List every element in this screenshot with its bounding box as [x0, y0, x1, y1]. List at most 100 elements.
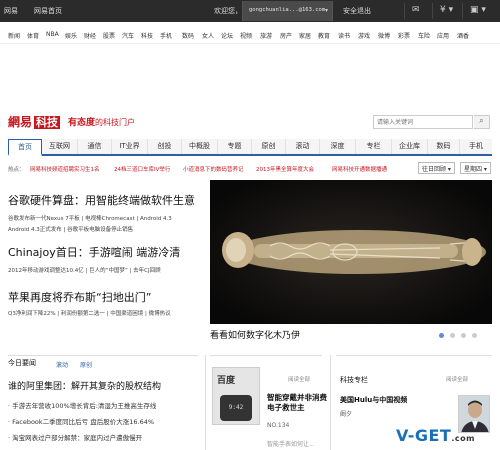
channel-link[interactable]: 汽车 — [122, 31, 134, 40]
channel-link[interactable]: 车险 — [418, 31, 430, 40]
tab-china-concept[interactable]: 中概股 — [182, 139, 218, 154]
tab-venture[interactable]: 创投 — [148, 139, 182, 154]
feature-card[interactable]: 百度 9:42 阅读全部 智能穿戴并非消费电子救世主 NO.134 智能手表如何… — [212, 367, 327, 450]
hot-link[interactable]: 小道消息下的数码营养记 — [183, 165, 244, 173]
channel-link[interactable]: 教育 — [318, 31, 330, 40]
tab-special[interactable]: 专题 — [218, 139, 252, 154]
site-logo[interactable]: 網易 科技 — [8, 113, 61, 130]
hot-link[interactable]: 24档三道口车库IV举行 — [114, 165, 170, 173]
headline-apple[interactable]: 苹果再度将乔布斯“扫地出门” — [8, 289, 151, 305]
news-item[interactable]: · 手游去年营收100%增长背后:清湿为王推高生存线 — [8, 400, 156, 410]
carousel-dot[interactable] — [472, 333, 477, 338]
channel-link[interactable]: 手机 — [160, 31, 172, 40]
headline-sub[interactable]: 2012年移动游戏调整达10.4亿 | 巨人的“中国梦” | 去年CJ回顾 — [8, 266, 161, 274]
featured-photo[interactable] — [210, 180, 492, 324]
channel-link[interactable]: 酒香 — [457, 31, 469, 40]
search-button[interactable]: ⌕ — [474, 115, 490, 129]
hot-link[interactable]: 2013年黑全算年度大会 — [256, 165, 314, 173]
headline-sub[interactable]: Android 4.3正式发布 | 谷歌平板电脑设备停止销售 — [8, 225, 133, 233]
divider — [205, 355, 206, 450]
carousel-dot[interactable] — [461, 333, 466, 338]
headline-alibaba[interactable]: 谁的阿里集团：解开其复杂的股权结构 — [8, 379, 161, 392]
carousel-dot[interactable] — [439, 333, 444, 338]
channel-link[interactable]: 应用 — [437, 31, 449, 40]
column-author[interactable]: 阚夕 — [340, 409, 352, 418]
tab-it-industry[interactable]: IT业界 — [112, 139, 148, 154]
tab-rolling[interactable]: 滚动 — [286, 139, 320, 154]
smartwatch-image: 9:42 — [220, 395, 252, 421]
channel-link[interactable]: 读书 — [338, 31, 350, 40]
channel-link[interactable]: 微博 — [378, 31, 390, 40]
top-bar: 网易 网易首页 欢迎您， gongchuanlia...@163.com ▾ 安… — [0, 0, 500, 22]
channel-link[interactable]: 女人 — [202, 31, 214, 40]
carousel-dot[interactable] — [450, 333, 455, 338]
channel-link[interactable]: 新闻 — [8, 31, 20, 40]
watch-time: 9:42 — [228, 404, 244, 411]
divider — [336, 355, 492, 356]
logout-link[interactable]: 安全退出 — [343, 6, 371, 16]
tab-company-db[interactable]: 企业库 — [392, 139, 428, 154]
slogan-rest: 的科技门户 — [95, 118, 136, 127]
search-icon: ⌕ — [479, 116, 484, 125]
watermark: V-GET.com — [396, 426, 475, 445]
tab-digital[interactable]: 数码 — [428, 139, 460, 154]
history-select[interactable]: 往日回顾 ▾ — [418, 162, 455, 174]
headline-sub[interactable]: 谷歌发布新一代Nexus 7平板 | 电视棒Chromecast | Andro… — [8, 214, 172, 222]
tab-indepth[interactable]: 深度 — [320, 139, 356, 154]
tab-rolling-news[interactable]: 滚动 — [56, 360, 68, 369]
channel-link[interactable]: 体育 — [27, 31, 39, 40]
netease-home-link[interactable]: 网易首页 — [34, 6, 62, 16]
welcome-text: 欢迎您， — [214, 7, 242, 15]
tab-telecom[interactable]: 通信 — [78, 139, 112, 154]
watermark-suffix: .com — [451, 434, 475, 443]
mail-icon[interactable]: ✉ — [412, 5, 420, 15]
logo-section: 科技 — [34, 116, 61, 129]
search-input[interactable] — [374, 116, 470, 128]
tab-home[interactable]: 首页 — [8, 139, 42, 156]
hot-label: 热点： — [8, 167, 25, 173]
channel-link[interactable]: 股票 — [103, 31, 115, 40]
read-all-tag[interactable]: 阅读全部 — [288, 375, 310, 383]
coin-icon[interactable]: ¥ ▾ — [440, 5, 453, 15]
divider — [330, 355, 331, 450]
channel-link[interactable]: NBA — [46, 31, 59, 38]
channel-link[interactable]: 彩票 — [398, 31, 410, 40]
tab-mobile[interactable]: 手机 — [460, 139, 492, 154]
channel-link[interactable]: 家居 — [299, 31, 311, 40]
channel-link[interactable]: 科技 — [141, 31, 153, 40]
channel-link[interactable]: 论坛 — [221, 31, 233, 40]
weekday-select[interactable]: 星期四 ▾ — [460, 162, 491, 174]
hot-link[interactable]: 网易科技开通数据播通 — [332, 165, 387, 173]
photo-caption[interactable]: 看看如何数字化木乃伊 — [210, 328, 300, 341]
read-all-tag[interactable]: 阅读全部 — [446, 375, 468, 383]
tab-original[interactable]: 原创 — [252, 139, 286, 154]
tab-internet[interactable]: 互联网 — [42, 139, 78, 154]
card-title[interactable]: 智能穿戴并非消费电子救世主 — [267, 393, 327, 413]
channel-link[interactable]: 娱乐 — [65, 31, 77, 40]
news-item[interactable]: · Facebook二季度同比后亏 盘后股价大涨16.64% — [8, 416, 154, 426]
slogan-bold: 有态度 — [68, 118, 96, 128]
channel-link[interactable]: 视频 — [240, 31, 252, 40]
headline-google[interactable]: 谷歌硬件算盘：用智能终端做软件生意 — [8, 192, 195, 208]
channel-link[interactable]: 数码 — [182, 31, 194, 40]
app-icon[interactable]: ▣ ▾ — [470, 5, 486, 15]
chevron-down-icon: ▾ — [324, 7, 328, 14]
column-article-title[interactable]: 美国Hulu与中国视频 — [340, 395, 407, 405]
channel-link[interactable]: 旅游 — [260, 31, 272, 40]
carousel-dots — [439, 332, 483, 340]
headline-sub[interactable]: Q3净利润下降22% | 利润份额第二选一 | 中国渠道困境 | 微博热议 — [8, 309, 171, 317]
divider — [210, 355, 322, 356]
channel-link[interactable]: 游戏 — [358, 31, 370, 40]
logo-brand: 網易 — [8, 115, 33, 129]
tab-column[interactable]: 专栏 — [356, 139, 392, 154]
channel-link[interactable]: 财经 — [84, 31, 96, 40]
tab-original-news[interactable]: 原创 — [80, 360, 92, 369]
card-more[interactable]: 智能手表如何让... — [267, 439, 315, 448]
channel-link[interactable]: 房产 — [280, 31, 292, 40]
netease-link[interactable]: 网易 — [4, 6, 18, 16]
user-account-dropdown[interactable]: gongchuanlia...@163.com ▾ — [242, 1, 333, 21]
hot-link[interactable]: 网易科技频道招聘实习生1名 — [30, 165, 100, 173]
column-title: 科技专栏 — [340, 376, 368, 384]
headline-chinajoy[interactable]: Chinajoy首日：手游喧闹 端游冷清 — [8, 244, 180, 260]
news-item[interactable]: · 淘宝网表过户部分解禁：家庭内过户遭傲慢开 — [8, 432, 142, 442]
